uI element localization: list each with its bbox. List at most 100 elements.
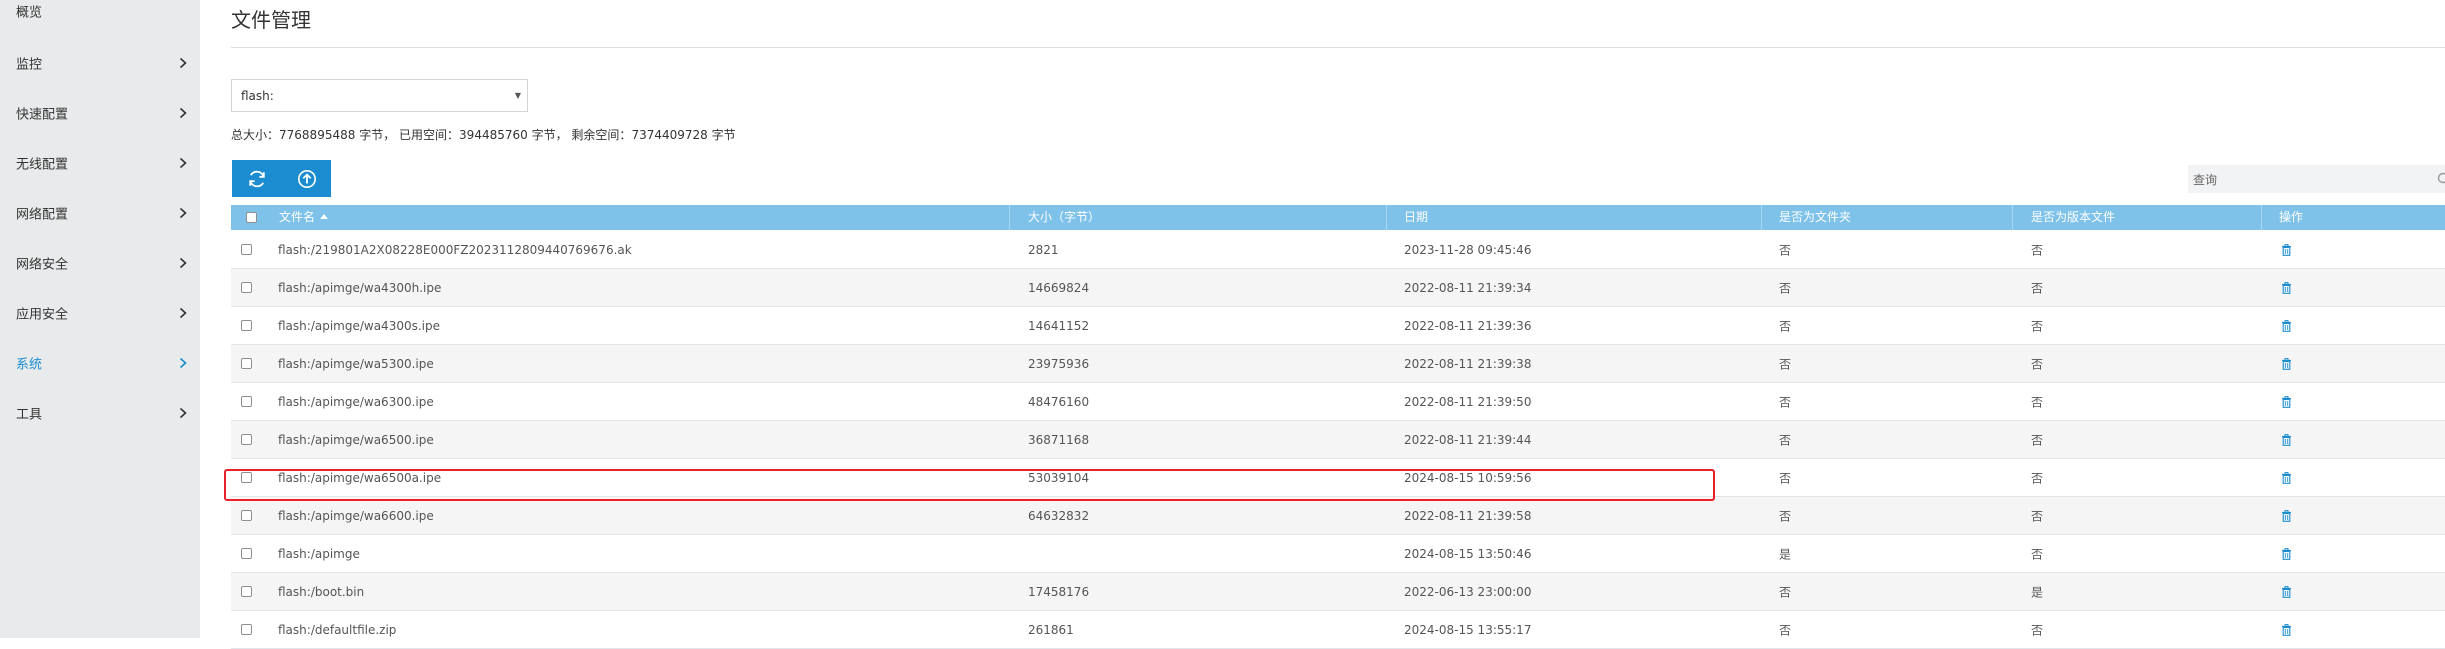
cell-date: 2022-08-11 21:39:50 (1404, 395, 1531, 409)
sidebar-item[interactable]: 无线配置 (0, 138, 200, 188)
cell-size: 261861 (1028, 623, 1074, 637)
table-row[interactable]: flash:/apimge/wa5300.ipe239759362022-08-… (231, 345, 2445, 383)
sort-asc-icon (320, 214, 328, 219)
trash-icon[interactable] (2281, 624, 2292, 636)
row-checkbox[interactable] (241, 358, 252, 369)
trash-icon[interactable] (2281, 320, 2292, 332)
row-checkbox[interactable] (241, 434, 252, 445)
chevron-right-icon (176, 256, 190, 270)
table-row[interactable]: flash:/apimge2024-08-15 13:50:46是否 (231, 535, 2445, 573)
title-divider (231, 47, 2445, 48)
sidebar-item[interactable]: 网络安全 (0, 238, 200, 288)
row-checkbox[interactable] (241, 472, 252, 483)
select-all-checkbox[interactable] (246, 212, 257, 223)
column-header-is-version[interactable]: 是否为版本文件 (2031, 205, 2115, 230)
cell-size: 23975936 (1028, 357, 1089, 371)
chevron-right-icon (176, 156, 190, 170)
row-checkbox[interactable] (241, 624, 252, 635)
table-header: 文件名 大小（字节） 日期 是否为文件夹 是否为版本文件 操作 (231, 205, 2445, 230)
table-row[interactable]: flash:/boot.bin174581762022-06-13 23:00:… (231, 573, 2445, 611)
upload-button[interactable] (282, 160, 331, 197)
trash-icon[interactable] (2281, 434, 2292, 446)
chevron-right-icon (176, 56, 190, 70)
row-checkbox[interactable] (241, 396, 252, 407)
trash-icon[interactable] (2281, 358, 2292, 370)
trash-icon[interactable] (2281, 396, 2292, 408)
cell-size: 2821 (1028, 243, 1059, 257)
sidebar-item[interactable]: 监控 (0, 38, 200, 88)
sidebar-item-label: 概览 (16, 2, 42, 21)
cell-is-version: 否 (2031, 317, 2043, 334)
cell-is-version: 否 (2031, 431, 2043, 448)
row-checkbox[interactable] (241, 586, 252, 597)
refresh-button[interactable] (232, 160, 281, 197)
cell-size: 36871168 (1028, 433, 1089, 447)
row-checkbox[interactable] (241, 244, 252, 255)
table-row[interactable]: flash:/apimge/wa6300.ipe484761602022-08-… (231, 383, 2445, 421)
sidebar-item[interactable]: 概览 (0, 0, 200, 36)
sidebar-item-label: 网络配置 (16, 204, 68, 223)
cell-is-folder: 否 (1779, 583, 1791, 600)
trash-icon[interactable] (2281, 244, 2292, 256)
column-header-name[interactable]: 文件名 (279, 205, 328, 230)
search-input[interactable] (2188, 165, 2435, 195)
cell-is-folder: 否 (1779, 621, 1791, 638)
table-row[interactable]: flash:/apimge/wa6500.ipe368711682022-08-… (231, 421, 2445, 459)
trash-icon[interactable] (2281, 586, 2292, 598)
cell-is-folder: 否 (1779, 393, 1791, 410)
cell-name: flash:/apimge (278, 547, 360, 561)
cell-is-folder: 否 (1779, 241, 1791, 258)
trash-icon[interactable] (2281, 282, 2292, 294)
trash-icon[interactable] (2281, 548, 2292, 560)
cell-name: flash:/apimge/wa6500.ipe (278, 433, 434, 447)
column-header-size[interactable]: 大小（字节） (1028, 205, 1100, 230)
column-header-date[interactable]: 日期 (1404, 205, 1428, 230)
cell-size: 14669824 (1028, 281, 1089, 295)
cell-is-version: 否 (2031, 621, 2043, 638)
table-row[interactable]: flash:/apimge/wa6500a.ipe530391042024-08… (231, 459, 2445, 497)
table-row[interactable]: flash:/219801A2X08228E000FZ2023112809440… (231, 231, 2445, 269)
cell-size: 64632832 (1028, 509, 1089, 523)
row-checkbox[interactable] (241, 510, 252, 521)
storage-used-unit: 字节， (528, 128, 568, 142)
trash-icon[interactable] (2281, 472, 2292, 484)
sidebar-item-label: 应用安全 (16, 304, 68, 323)
cell-date: 2024-08-15 13:55:17 (1404, 623, 1531, 637)
sidebar-item[interactable]: 应用安全 (0, 288, 200, 338)
sidebar-item[interactable]: 系统 (0, 338, 200, 388)
table-row[interactable]: flash:/apimge/wa4300s.ipe146411522022-08… (231, 307, 2445, 345)
sidebar-item-label: 工具 (16, 404, 42, 423)
search-box[interactable] (2188, 165, 2445, 193)
row-checkbox[interactable] (241, 282, 252, 293)
sidebar: 概览监控快速配置无线配置网络配置网络安全应用安全系统工具 (0, 0, 200, 638)
cell-name: flash:/apimge/wa5300.ipe (278, 357, 434, 371)
search-icon[interactable] (2437, 172, 2445, 186)
cell-size: 14641152 (1028, 319, 1089, 333)
sidebar-item-label: 快速配置 (16, 104, 68, 123)
cell-is-folder: 否 (1779, 507, 1791, 524)
cell-is-version: 否 (2031, 469, 2043, 486)
row-checkbox[interactable] (241, 320, 252, 331)
column-header-is-folder[interactable]: 是否为文件夹 (1779, 205, 1851, 230)
table-row[interactable]: flash:/apimge/wa4300h.ipe146698242022-08… (231, 269, 2445, 307)
table-row[interactable]: flash:/apimge/wa6600.ipe646328322022-08-… (231, 497, 2445, 535)
upload-icon (296, 168, 318, 190)
toolbar (232, 160, 331, 197)
sidebar-item[interactable]: 网络配置 (0, 188, 200, 238)
cell-date: 2023-11-28 09:45:46 (1404, 243, 1531, 257)
cell-date: 2022-08-11 21:39:34 (1404, 281, 1531, 295)
sidebar-item[interactable]: 工具 (0, 388, 200, 438)
cell-name: flash:/apimge/wa6600.ipe (278, 509, 434, 523)
cell-date: 2022-06-13 23:00:00 (1404, 585, 1531, 599)
cell-is-version: 否 (2031, 545, 2043, 562)
trash-icon[interactable] (2281, 510, 2292, 522)
table-row[interactable]: flash:/defaultfile.zip2618612024-08-15 1… (231, 611, 2445, 649)
sidebar-item[interactable]: 快速配置 (0, 88, 200, 138)
cell-name: flash:/apimge/wa6500a.ipe (278, 471, 441, 485)
storage-total-value: 7768895488 (279, 128, 355, 142)
storage-summary: 总大小：7768895488 字节， 已用空间：394485760 字节， 剩余… (231, 126, 736, 143)
storage-free-value: 7374409728 (631, 128, 707, 142)
sidebar-item-label: 系统 (16, 354, 42, 373)
storage-select[interactable]: flash: ▼ (231, 79, 528, 112)
row-checkbox[interactable] (241, 548, 252, 559)
